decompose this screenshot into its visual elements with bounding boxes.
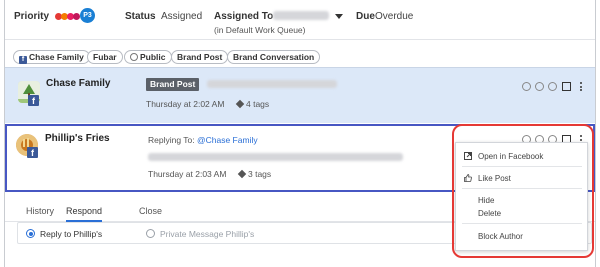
- tab-history[interactable]: History: [26, 206, 54, 216]
- assignee-name-redacted[interactable]: [273, 11, 329, 20]
- private-message-label[interactable]: Private Message Phillip's: [160, 229, 254, 239]
- facebook-icon: f: [19, 56, 27, 64]
- reply-to-link[interactable]: @Chase Family: [197, 135, 258, 145]
- priority-dot-magenta[interactable]: [73, 13, 80, 20]
- post-author[interactable]: Phillip's Fries: [45, 133, 110, 144]
- ticket-panel: Priority P3 Status Assigned Assigned To …: [4, 0, 596, 267]
- reply-to-line: Replying To: @Chase Family: [148, 135, 258, 145]
- open-external-icon[interactable]: [562, 82, 571, 91]
- negative-sentiment-icon[interactable]: [522, 82, 531, 91]
- ticket-header: Priority P3 Status Assigned Assigned To …: [5, 0, 595, 40]
- status-value: Assigned: [161, 11, 203, 22]
- post-tags-count[interactable]: 3 tags: [237, 169, 271, 179]
- priority-badge[interactable]: P3: [80, 8, 95, 23]
- reply-radio[interactable]: [26, 229, 35, 238]
- highlight-annotation: [452, 124, 594, 258]
- tab-close[interactable]: Close: [139, 206, 162, 216]
- brand-post-badge: Brand Post: [146, 78, 200, 91]
- status-label: Status: [125, 11, 156, 22]
- due-value: Overdue: [375, 11, 414, 22]
- facebook-icon: f: [27, 147, 38, 158]
- post-row[interactable]: f Chase Family Brand Post Thursday at 2:…: [5, 67, 595, 123]
- post-timestamp[interactable]: Thursday at 2:03 AM: [148, 169, 226, 179]
- assigned-to-label: Assigned To: [214, 11, 274, 22]
- due-label: Due: [356, 11, 375, 22]
- tag-icon: [237, 169, 247, 179]
- more-options-icon[interactable]: [580, 82, 583, 93]
- tag-public[interactable]: Public: [124, 50, 172, 64]
- neutral-sentiment-icon[interactable]: [535, 82, 544, 91]
- post-timestamp[interactable]: Thursday at 2:02 AM: [146, 99, 224, 109]
- tag-brand-post[interactable]: Brand Post: [171, 50, 229, 64]
- tag-chase-family[interactable]: f Chase Family: [13, 50, 90, 64]
- post-tags-count[interactable]: 4 tags: [235, 99, 269, 109]
- facebook-icon: f: [28, 95, 39, 106]
- globe-icon: [130, 53, 138, 61]
- tag-icon: [235, 99, 245, 109]
- tag-brand-conversation[interactable]: Brand Conversation: [227, 50, 321, 64]
- priority-label: Priority: [14, 11, 50, 22]
- positive-sentiment-icon[interactable]: [548, 82, 557, 91]
- tag-fubar[interactable]: Fubar: [87, 50, 123, 64]
- post-author[interactable]: Chase Family: [46, 78, 110, 89]
- assigned-queue-note: (in Default Work Queue): [214, 25, 306, 35]
- assignee-dropdown-caret-icon[interactable]: [335, 14, 343, 19]
- post-text-redacted: [148, 153, 403, 161]
- reply-option-label[interactable]: Reply to Phillip's: [40, 229, 102, 239]
- tag-bar: f Chase Family Fubar Public Brand Post Br…: [5, 46, 595, 66]
- private-message-radio[interactable]: [146, 229, 155, 238]
- tab-respond[interactable]: Respond: [66, 206, 103, 222]
- post-text-redacted: [207, 80, 337, 88]
